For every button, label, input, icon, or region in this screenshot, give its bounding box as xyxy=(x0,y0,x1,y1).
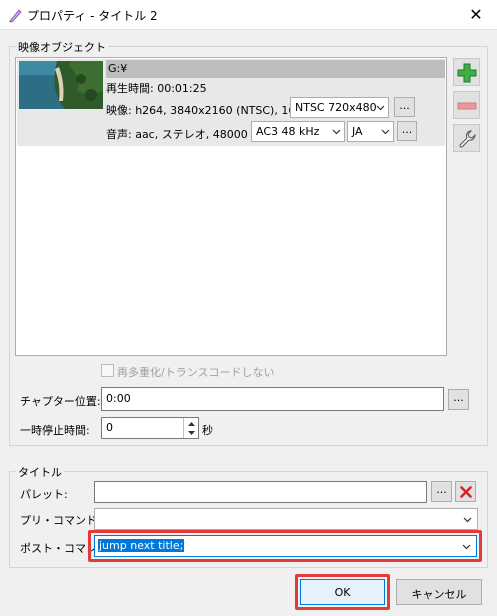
wrench-icon xyxy=(459,130,476,148)
chevron-down-icon xyxy=(381,129,390,135)
pause-time-label: 一時停止時間: xyxy=(20,424,90,437)
post-command-value: jump next title; xyxy=(99,539,184,552)
chevron-down-icon xyxy=(332,129,341,135)
close-button[interactable]: ✕ xyxy=(462,4,490,26)
file-path: G:¥ xyxy=(108,62,128,75)
pause-time-value: 0 xyxy=(106,421,113,434)
video-objects-group-label: 映像オブジェクト xyxy=(16,39,108,55)
file-path-bar xyxy=(106,60,445,78)
window-title: プロパティ - タイトル 2 xyxy=(27,9,158,23)
audio-language-value: JA xyxy=(352,125,363,138)
palette-label: パレット: xyxy=(20,488,68,501)
remove-icon xyxy=(457,102,477,110)
chevron-down-icon xyxy=(462,544,471,550)
audio-format-value: AC3 48 kHz xyxy=(256,125,320,138)
pre-command-select[interactable] xyxy=(94,508,478,530)
cancel-button[interactable]: キャンセル xyxy=(396,579,482,605)
audio-format-select[interactable]: AC3 48 kHz xyxy=(251,121,345,142)
delete-x-icon xyxy=(460,486,472,498)
duration-text: 再生時間: 00:01:25 xyxy=(106,82,207,95)
pause-time-input[interactable]: 0 xyxy=(101,417,199,439)
object-settings-button[interactable] xyxy=(453,124,480,152)
palette-more-button[interactable]: ... xyxy=(431,481,452,502)
chapter-position-input[interactable]: 0:00 xyxy=(101,387,444,411)
post-command-selection: jump next title; xyxy=(98,539,185,552)
ok-button-label: OK xyxy=(334,586,351,599)
reencode-label: 再多重化/トランスコードしない xyxy=(117,366,275,379)
chevron-down-icon xyxy=(463,517,472,523)
ok-button[interactable]: OK xyxy=(300,579,385,605)
pause-time-spinner[interactable] xyxy=(183,418,198,438)
pre-command-label: プリ・コマンド: xyxy=(20,514,101,527)
title-group-label: タイトル xyxy=(16,464,64,480)
audio-more-button[interactable]: ... xyxy=(397,121,417,141)
audio-info-text: 音声: aac, ステレオ, 48000 Hz xyxy=(106,128,266,141)
title-bar: プロパティ - タイトル 2 ✕ xyxy=(0,0,497,30)
reencode-checkbox[interactable] xyxy=(101,364,114,377)
video-format-value: NTSC 720x480 xyxy=(295,101,377,114)
video-thumbnail xyxy=(19,61,103,109)
palette-input[interactable] xyxy=(94,481,427,503)
chevron-down-icon xyxy=(376,105,385,111)
palette-clear-button[interactable] xyxy=(455,481,476,502)
video-object-list[interactable]: G:¥ 再生時間: 00:01:25 映像: h264, 3840x2160 (… xyxy=(15,57,447,356)
spin-down-icon[interactable] xyxy=(187,430,196,436)
audio-language-select[interactable]: JA xyxy=(347,121,394,142)
chapter-more-button[interactable]: ... xyxy=(448,389,469,410)
post-command-select[interactable]: jump next title; xyxy=(94,535,477,557)
video-format-more-button[interactable]: ... xyxy=(394,97,415,117)
add-object-button[interactable] xyxy=(453,58,480,86)
chapter-position-label: チャプター位置: xyxy=(20,395,101,408)
chapter-position-value: 0:00 xyxy=(106,392,131,405)
remove-object-button[interactable] xyxy=(453,91,480,119)
video-object-row[interactable]: G:¥ 再生時間: 00:01:25 映像: h264, 3840x2160 (… xyxy=(17,59,445,146)
cancel-button-label: キャンセル xyxy=(411,588,467,601)
add-icon xyxy=(457,63,477,83)
spin-up-icon[interactable] xyxy=(187,421,196,427)
video-format-select[interactable]: NTSC 720x480 xyxy=(290,97,389,118)
app-icon xyxy=(9,9,22,23)
video-info-text: 映像: h264, 3840x2160 (NTSC), 16:9 xyxy=(106,104,307,117)
pause-time-unit: 秒 xyxy=(202,424,213,437)
